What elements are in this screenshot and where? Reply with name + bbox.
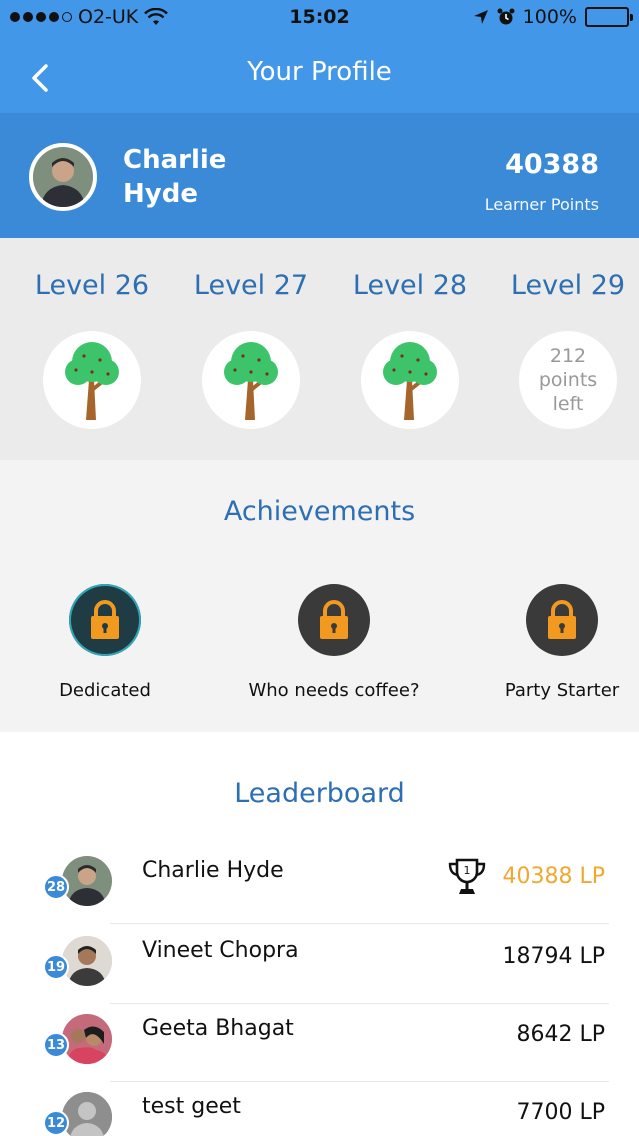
level-28[interactable]: Level 28 <box>330 270 490 429</box>
achievement-who-needs-coffee[interactable]: Who needs coffee? <box>244 584 424 701</box>
tree-icon <box>383 342 437 420</box>
leaderboard-name: test geet <box>142 1094 241 1119</box>
page-title: Your Profile <box>247 57 392 87</box>
lock-icon <box>548 600 576 639</box>
level-badge <box>43 331 141 429</box>
leaderboard-row[interactable]: 28 Charlie Hyde 1 40388 LP <box>0 844 639 924</box>
status-bar: O2-UK 15:02 100% <box>0 0 639 36</box>
achievement-dedicated[interactable]: Dedicated <box>52 584 158 701</box>
avatar <box>62 1092 112 1136</box>
levels-section: Level 26 Level 27 Level 28 Level 29 212 … <box>0 238 639 460</box>
avatar <box>62 856 112 906</box>
tree-icon <box>65 342 119 420</box>
achievement-party-starter[interactable]: Party Starter <box>498 584 626 701</box>
avatar <box>62 1014 112 1064</box>
achievement-label: Dedicated <box>59 680 151 701</box>
avatar[interactable] <box>29 143 97 211</box>
achievement-label: Party Starter <box>504 680 620 701</box>
learner-points-value: 40388 <box>505 149 599 180</box>
status-right: 100% <box>473 6 633 28</box>
achievements-section: Achievements Dedicated Who needs coffee? <box>0 460 639 732</box>
level-badge: 12 <box>43 1110 69 1136</box>
achievement-badge <box>69 584 141 656</box>
level-badge: 13 <box>43 1032 69 1058</box>
leaderboard-name: Charlie Hyde <box>142 858 284 883</box>
level-label: Level 28 <box>352 270 468 301</box>
level-badge: 19 <box>43 954 69 980</box>
level-badge <box>202 331 300 429</box>
points-left-unit: points <box>538 369 598 391</box>
trophy-icon: 1 <box>448 858 486 894</box>
leaderboard-name: Geeta Bhagat <box>142 1016 294 1041</box>
svg-text:1: 1 <box>464 864 471 877</box>
achievement-badge <box>526 584 598 656</box>
leaderboard-score: 40388 LP <box>502 864 605 889</box>
leaderboard-score: 18794 LP <box>502 944 605 969</box>
leaderboard-score: 8642 LP <box>516 1022 605 1047</box>
battery-percent: 100% <box>522 6 577 28</box>
level-badge: 212 points left <box>519 331 617 429</box>
leaderboard-section: Leaderboard 28 Charlie Hyde 1 40388 LP 1… <box>0 732 639 1136</box>
tree-icon <box>224 342 278 420</box>
location-arrow-icon <box>473 10 488 24</box>
battery-icon <box>585 7 633 27</box>
achievements-title: Achievements <box>223 496 416 527</box>
leaderboard-row[interactable]: 13 Geeta Bhagat 8642 LP <box>0 1002 639 1082</box>
profile-header: Charlie Hyde 40388 Learner Points <box>0 113 639 238</box>
leaderboard-title: Leaderboard <box>234 778 405 809</box>
points-left-value: 212 <box>549 345 587 367</box>
level-label: Level 27 <box>193 270 309 301</box>
level-label: Level 29 <box>510 270 626 301</box>
top-bar: O2-UK 15:02 100% Your Profile <box>0 0 639 113</box>
lock-icon <box>91 600 119 639</box>
level-badge: 28 <box>43 874 69 900</box>
level-29[interactable]: Level 29 212 points left <box>488 270 639 429</box>
lock-icon <box>320 600 348 639</box>
level-26[interactable]: Level 26 <box>12 270 172 429</box>
leaderboard-name: Vineet Chopra <box>142 938 299 963</box>
achievement-label: Who needs coffee? <box>248 680 420 701</box>
points-left-suffix: left <box>552 393 584 415</box>
leaderboard-row[interactable]: 19 Vineet Chopra 18794 LP <box>0 924 639 1004</box>
achievement-badge <box>298 584 370 656</box>
level-badge <box>361 331 459 429</box>
leaderboard-row[interactable]: 12 test geet 7700 LP <box>0 1080 639 1136</box>
alarm-icon <box>497 8 515 25</box>
level-label: Level 26 <box>34 270 150 301</box>
learner-points-label: Learner Points <box>484 195 599 214</box>
profile-name: Charlie Hyde <box>123 145 227 209</box>
level-27[interactable]: Level 27 <box>171 270 331 429</box>
avatar <box>62 936 112 986</box>
leaderboard-score: 7700 LP <box>516 1100 605 1125</box>
points-left: 212 points left <box>528 344 608 416</box>
user-placeholder-icon <box>62 1092 112 1136</box>
